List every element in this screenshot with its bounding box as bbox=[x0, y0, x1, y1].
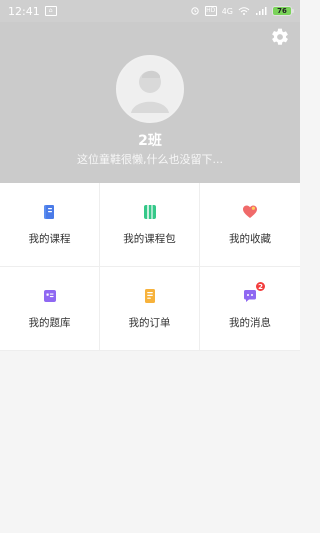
message-badge: 2 bbox=[255, 281, 266, 292]
signal-icon bbox=[255, 6, 267, 16]
battery-level: 76 bbox=[277, 7, 287, 15]
status-right: HD 4G 76 bbox=[190, 6, 294, 16]
profile-name: 2班 bbox=[138, 133, 162, 149]
user-avatar-icon bbox=[118, 57, 182, 121]
status-bar: 12:41 ⌂ HD 4G 76 bbox=[0, 0, 300, 22]
my-favorites-item[interactable]: 我的收藏 bbox=[200, 183, 300, 267]
my-messages-item[interactable]: 2 我的消息 bbox=[200, 267, 300, 351]
package-icon bbox=[141, 203, 159, 221]
gear-icon bbox=[272, 28, 288, 45]
hd-icon: HD bbox=[204, 6, 217, 16]
avatar[interactable] bbox=[116, 55, 184, 123]
my-question-bank-item[interactable]: 我的题库 bbox=[0, 267, 100, 351]
notification-icon: ⌂ bbox=[44, 6, 57, 16]
alarm-icon bbox=[190, 6, 200, 16]
book-icon bbox=[41, 203, 59, 221]
my-favorites-label: 我的收藏 bbox=[229, 233, 271, 245]
my-courses-item[interactable]: 我的课程 bbox=[0, 183, 100, 267]
question-bank-icon bbox=[41, 287, 59, 305]
battery-indicator: 76 bbox=[272, 6, 294, 16]
network-text: 4G bbox=[221, 6, 233, 16]
my-courses-label: 我的课程 bbox=[28, 233, 71, 245]
wifi-icon bbox=[238, 6, 250, 16]
message-icon: 2 bbox=[241, 281, 266, 305]
order-icon bbox=[141, 287, 159, 305]
profile-header: 2班 这位童鞋很懒,什么也没留下... bbox=[0, 22, 300, 183]
my-course-package-item[interactable]: 我的课程包 bbox=[100, 183, 200, 267]
menu-grid: 我的课程 我的课程包 我的收藏 我的题库 我的订单 2 我的消息 bbox=[0, 183, 300, 351]
heart-icon bbox=[241, 203, 259, 221]
status-time: 12:41 bbox=[8, 4, 40, 18]
my-orders-item[interactable]: 我的订单 bbox=[100, 267, 200, 351]
settings-button[interactable] bbox=[270, 27, 290, 47]
my-messages-label: 我的消息 bbox=[229, 317, 271, 329]
profile-bio: 这位童鞋很懒,什么也没留下... bbox=[77, 153, 223, 166]
my-course-package-label: 我的课程包 bbox=[123, 233, 176, 245]
my-orders-label: 我的订单 bbox=[128, 317, 171, 329]
empty-area bbox=[0, 351, 300, 533]
my-question-bank-label: 我的题库 bbox=[28, 317, 71, 329]
status-left: 12:41 ⌂ bbox=[8, 5, 57, 18]
